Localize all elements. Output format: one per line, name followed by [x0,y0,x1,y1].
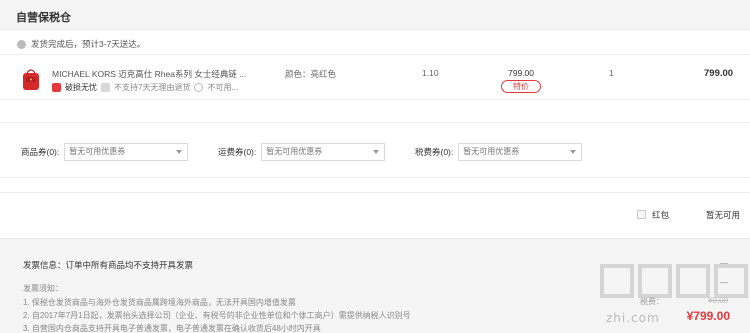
tag-no-return: 不支持7天无理由退货 [114,83,191,92]
product-weight: 1.10 [422,68,439,78]
no-return-icon [101,83,110,92]
order-total: ¥799.00 [686,309,730,323]
shipping-coupon-select[interactable]: 暂无可用优惠券 [261,143,386,161]
invoice-notice-line: 3. 自营国内仓商品支持开具电子普通发票，电子普通发票在确认收货后48小时内开具 [23,324,321,333]
invoice-info: 发票信息：订单中所有商品均不支持开具发票 [23,260,194,270]
shipping-coupon-label: 运费券(0): [218,147,257,157]
product-image[interactable] [21,67,41,91]
product-name[interactable]: MICHAEL KORS 迈克高仕 Rhea系列 女士经典链 ... [52,68,246,80]
tax-coupon-group: 税费券(0): 暂无可用优惠券 [415,143,583,161]
product-coupon-select[interactable]: 暂无可用优惠券 [64,143,189,161]
summary-value: — [720,278,728,287]
redpacket-status: 暂无可用 [706,210,741,220]
summary-value: — [720,259,728,268]
chevron-down-icon [176,150,183,154]
product-coupon-group: 商品券(0): 暂无可用优惠券 [21,143,189,161]
redpacket-label: 红包 [652,210,670,220]
coupon-section: 商品券(0): 暂无可用优惠券 运费券(0): 暂无可用优惠券 税费券(0): … [0,122,750,178]
info-dot-icon [17,39,26,49]
product-row: MICHAEL KORS 迈克高仕 Rhea系列 女士经典链 ... 破损无忧 … [0,54,750,100]
tax-label: 税费： [640,297,664,306]
tax-value: ¥0.00 [707,296,728,305]
shipping-coupon-value: 暂无可用优惠券 [266,147,323,156]
tag-damage-protection: 破损无忧 [65,83,97,92]
product-tags: 破损无忧 不支持7天无理由退货 不可用... [52,82,238,93]
product-price: 799.00 [508,68,534,78]
invoice-notice-line: 2. 自2017年7月1日起，发票抬头选择公司（企业、有税号的非企业性单位和个体… [23,311,411,320]
tax-coupon-select[interactable]: 暂无可用优惠券 [458,143,583,161]
warehouse-title: 自营保税仓 [16,12,71,24]
warehouse-header: 自营保税仓 [0,0,750,30]
damage-protection-icon [52,83,61,92]
tag-unavailable: 不可用... [207,83,239,92]
product-quantity: 1 [609,68,614,78]
chevron-down-icon [373,150,380,154]
shipping-note-text: 发货完成后，预计3-7天送达。 [31,39,146,49]
invoice-notice-line: 1. 保税仓发货商品与海外仓发货商品属跨境海外商品，无法开具国内增值发票 [23,298,296,307]
shipping-coupon-group: 运费券(0): 暂无可用优惠券 [218,143,386,161]
product-coupon-label: 商品券(0): [21,147,60,157]
chevron-down-icon [570,150,577,154]
tax-coupon-label: 税费券(0): [415,147,454,157]
tax-coupon-value: 暂无可用优惠券 [463,147,520,156]
product-color: 颜色：亮红色 [285,69,337,79]
product-subtotal: 799.00 [704,68,734,79]
invoice-notice-title: 发票须知： [23,284,63,293]
redpacket-section: 红包 暂无可用 [0,192,750,238]
shipping-note: 发货完成后，预计3-7天送达。 [17,38,145,50]
redpacket-checkbox[interactable] [637,210,646,219]
product-coupon-value: 暂无可用优惠券 [69,147,126,156]
unavailable-icon [194,83,204,92]
special-price-badge: 特价 [501,80,541,93]
watermark-text: zhi.com [606,311,660,325]
